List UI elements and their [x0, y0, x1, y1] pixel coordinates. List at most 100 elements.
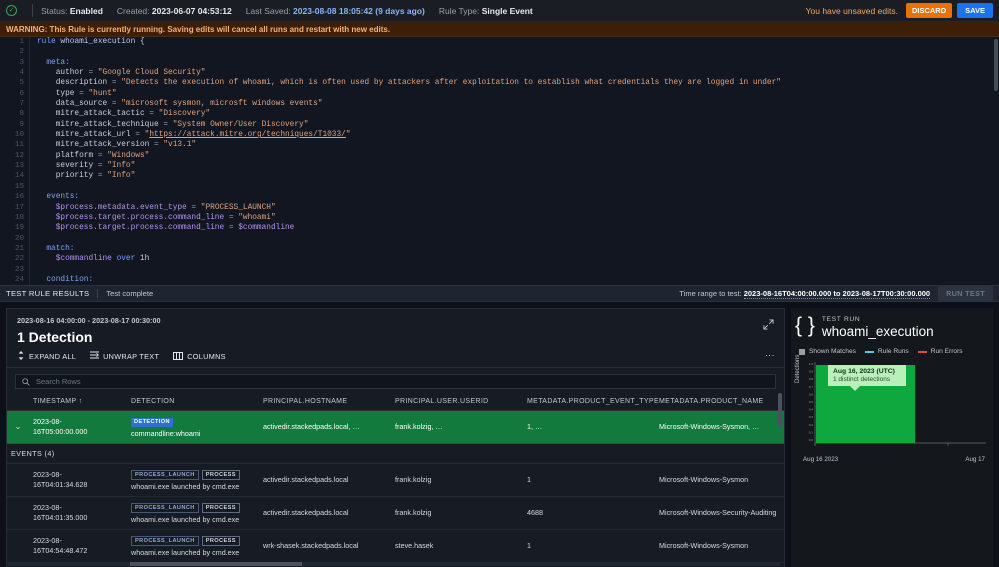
editor-line-number: 13	[0, 161, 29, 171]
cell-hostname: activedir.stackedpads.local	[259, 463, 391, 496]
editor-code-line: description = "Detects the execution of …	[30, 78, 999, 88]
cell-product-name: Microsoft-Windows-Security-Auditing	[655, 496, 785, 529]
event-row[interactable]: 2023-08-16T04:01:34.628PROCESS_LAUNCHPRO…	[7, 463, 785, 496]
editor-line-number: 2	[0, 47, 29, 57]
columns-button[interactable]: COLUMNS	[173, 352, 226, 362]
editor-line-number: 11	[0, 140, 29, 150]
row-expand-caret: ⌄	[7, 411, 29, 444]
column-header-event-type[interactable]: METADATA.PRODUCT_EVENT_TYPE	[523, 393, 655, 411]
last-saved-value: 2023-08-08 18:05:42 (9 days ago)	[293, 6, 425, 16]
chart-x-axis-labels: Aug 16 2023 Aug 17	[803, 456, 985, 463]
editor-vertical-scrollbar[interactable]	[994, 39, 998, 91]
chart-y-tick-label: 0.6	[809, 392, 814, 396]
cell-detection: DETECTIONcommandline:whoami	[127, 411, 259, 444]
status-value: Enabled	[70, 6, 103, 16]
table-vertical-scrollbar[interactable]	[778, 393, 782, 427]
expand-panel-icon[interactable]	[763, 317, 774, 328]
column-header-hostname[interactable]: PRINCIPAL.HOSTNAME	[259, 393, 391, 411]
save-button[interactable]: SAVE	[957, 3, 993, 18]
column-header-product[interactable]: METADATA.PRODUCT_NAME	[655, 393, 785, 411]
status-check-icon: ✓	[6, 5, 17, 16]
editor-gutter: 123456789101112131415161718192021222324	[0, 37, 30, 285]
cell-timestamp: 2023-08-16T05:00:00.000	[29, 411, 127, 444]
warning-banner: WARNING: This Rule is currently running.…	[0, 22, 999, 37]
cell-timestamp: 2023-08-16T04:01:34.628	[29, 463, 127, 496]
cell-hostname: wrk-shasek.stackedpads.local	[259, 529, 391, 562]
x-tick-start: Aug 16 2023	[803, 456, 838, 463]
search-container	[7, 368, 784, 393]
cell-timestamp: 2023-08-16T04:01:35.000	[29, 496, 127, 529]
column-header-timestamp[interactable]: TIMESTAMP ↑	[29, 393, 127, 411]
cell-timestamp: 2023-08-16T04:54:48.472	[29, 529, 127, 562]
editor-line-number: 23	[0, 265, 29, 275]
results-table: TIMESTAMP ↑ DETECTION PRINCIPAL.HOSTNAME…	[7, 393, 785, 567]
search-rows-input[interactable]	[36, 377, 769, 386]
time-range-field[interactable]: Time range to test: 2023-08-16T04:00:00.…	[679, 289, 930, 298]
detections-count-title: 1 Detection	[17, 329, 774, 345]
run-test-button[interactable]: RUN TEST	[938, 286, 993, 301]
warning-text: WARNING: This Rule is currently running.…	[6, 25, 390, 34]
column-header-userid[interactable]: PRINCIPAL.USER.USERID	[391, 393, 523, 411]
tooltip-subtitle: 1 distinct detections	[833, 376, 901, 383]
last-saved-label: Last Saved:	[246, 6, 291, 16]
editor-line-number: 6	[0, 89, 29, 99]
legend-line-icon	[865, 351, 874, 353]
legend-item-run-errors[interactable]: Run Errors	[918, 348, 963, 355]
time-range-value[interactable]: 2023-08-16T04:00:00.000 to 2023-08-17T00…	[744, 289, 930, 299]
search-rows-box[interactable]	[15, 374, 776, 389]
editor-code-line	[30, 234, 999, 244]
legend-item-shown-matches[interactable]: Shown Matches	[799, 348, 856, 355]
event-row[interactable]: 2023-08-16T04:01:35.000PROCESS_LAUNCHPRO…	[7, 496, 785, 529]
chart-y-tick-label: 0.9	[809, 370, 814, 374]
editor-line-number: 4	[0, 68, 29, 78]
chart-y-tick-label: 0.0	[809, 438, 814, 442]
discard-button[interactable]: DISCARD	[906, 3, 952, 18]
legend-item-rule-runs[interactable]: Rule Runs	[865, 348, 909, 355]
detection-badge: DETECTION	[131, 418, 173, 427]
editor-code-area[interactable]: rule whoami_execution { meta: author = "…	[30, 37, 999, 285]
editor-code-line: $process.metadata.event_type = "PROCESS_…	[30, 203, 999, 213]
chart-y-tick-label: 1.0	[809, 362, 814, 366]
table-horizontal-scrollbar-thumb[interactable]	[130, 562, 302, 566]
editor-code-line: mitre_attack_tactic = "Discovery"	[30, 109, 999, 119]
editor-code-line: mitre_attack_url = "https://attack.mitre…	[30, 130, 999, 140]
editor-line-number: 20	[0, 234, 29, 244]
chart-y-tick-label: 0.3	[809, 415, 814, 419]
editor-code-line: condition:	[30, 275, 999, 285]
editor-line-number: 22	[0, 254, 29, 264]
editor-line-number: 9	[0, 120, 29, 130]
table-horizontal-scrollbar[interactable]	[8, 562, 780, 566]
columns-label: COLUMNS	[187, 352, 226, 361]
more-options-icon[interactable]: ⋮	[766, 351, 774, 360]
cell-product-name: Microsoft-Windows-Sysmon	[655, 529, 785, 562]
editor-line-number: 19	[0, 223, 29, 233]
rule-type-value: Single Event	[482, 6, 533, 16]
table-body: ⌄2023-08-16T05:00:00.000DETECTIONcommand…	[7, 411, 785, 567]
row-spacer	[7, 463, 29, 496]
editor-code-line: priority = "Info"	[30, 171, 999, 181]
column-header-detection[interactable]: DETECTION	[127, 393, 259, 411]
editor-line-number: 8	[0, 109, 29, 119]
event-badge: PROCESS_LAUNCH	[131, 536, 199, 546]
chart-y-tick-label: 0.5	[809, 400, 814, 404]
cell-userid: frank.kolzig	[391, 496, 523, 529]
expand-all-button[interactable]: EXPAND ALL	[17, 351, 76, 362]
event-row[interactable]: 2023-08-16T04:54:48.472PROCESS_LAUNCHPRO…	[7, 529, 785, 562]
table-header-row: TIMESTAMP ↑ DETECTION PRINCIPAL.HOSTNAME…	[7, 393, 785, 411]
detection-row[interactable]: ⌄2023-08-16T05:00:00.000DETECTIONcommand…	[7, 411, 785, 444]
cell-detection: PROCESS_LAUNCHPROCESSwhoami.exe launched…	[127, 529, 259, 562]
editor-line-number: 17	[0, 203, 29, 213]
unwrap-text-button[interactable]: UNWRAP TEXT	[90, 351, 159, 362]
editor-code-line: meta:	[30, 58, 999, 68]
rule-editor-page: ✓ Status: Enabled Created: 2023-06-07 04…	[0, 0, 999, 567]
test-run-panel: { } TEST RUN whoami_execution Shown Matc…	[791, 308, 993, 567]
rule-code-editor[interactable]: 123456789101112131415161718192021222324 …	[0, 37, 999, 285]
time-range-label: Time range to test:	[679, 289, 741, 298]
editor-line-number: 18	[0, 213, 29, 223]
editor-code-line: events:	[30, 192, 999, 202]
legend-label: Shown Matches	[809, 348, 856, 355]
detections-toolbar: EXPAND ALL UNWRAP TEXT	[7, 345, 784, 368]
tab-test-rule-results[interactable]: TEST RULE RESULTS	[6, 289, 98, 298]
test-status-text: Test complete	[106, 289, 153, 298]
braces-icon: { }	[795, 316, 815, 336]
